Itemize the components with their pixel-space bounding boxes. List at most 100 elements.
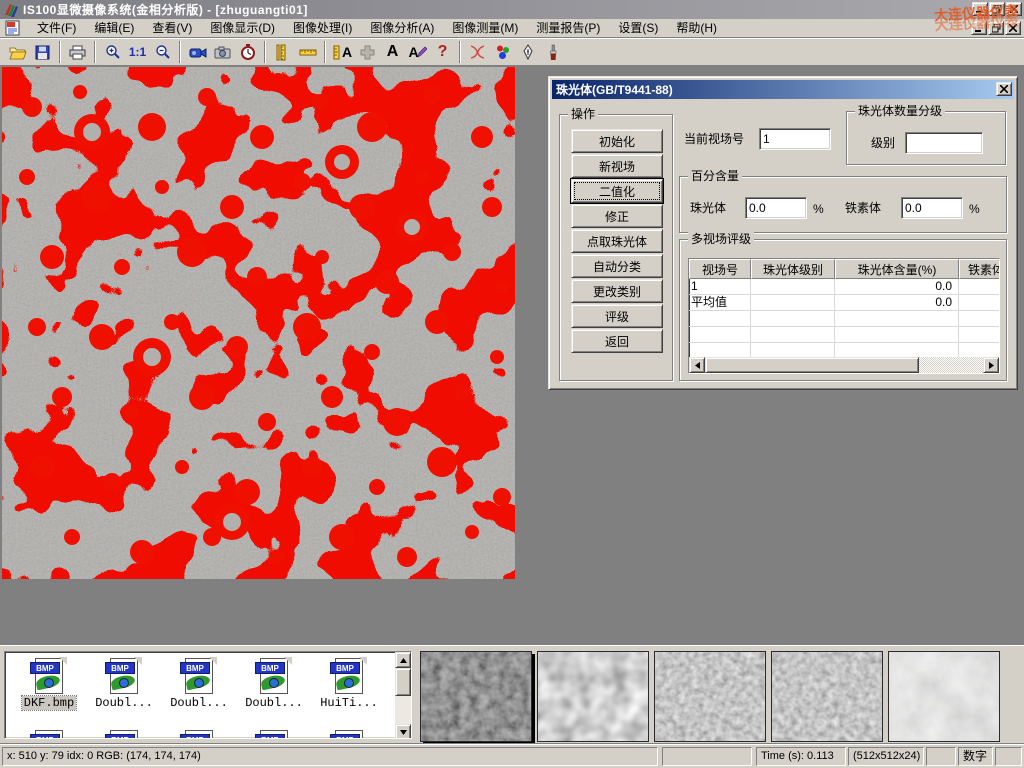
table-row[interactable]: 平均值 0.0 [689, 295, 999, 311]
minimize-icon [976, 6, 984, 13]
menu-edit[interactable]: 编辑(E) [85, 19, 143, 37]
col-header-field[interactable]: 视场号 [689, 259, 751, 279]
brush-tool-button[interactable] [540, 40, 565, 64]
menu-view[interactable]: 查看(V) [143, 19, 201, 37]
col-header-content[interactable]: 珠光体含量(%) [835, 259, 959, 279]
table-row-empty[interactable] [689, 311, 999, 327]
save-button[interactable] [30, 40, 55, 64]
zoom-in-icon [105, 44, 121, 60]
file-item[interactable]: BMP [13, 730, 85, 739]
scrollbar-thumb[interactable] [705, 357, 919, 373]
file-name[interactable]: Doubl... [243, 696, 305, 710]
file-item[interactable]: BMP [163, 730, 235, 739]
document-icon[interactable] [4, 20, 24, 36]
file-name[interactable]: Doubl... [168, 696, 230, 710]
new-field-button[interactable]: 新视场 [571, 154, 663, 178]
menu-image-process[interactable]: 图像处理(I) [284, 19, 361, 37]
menu-image-analysis[interactable]: 图像分析(A) [361, 19, 443, 37]
file-browser-scrollbar[interactable] [395, 652, 411, 739]
file-item[interactable]: BMP Doubl... [238, 658, 310, 710]
timer-button[interactable] [235, 40, 260, 64]
menu-settings[interactable]: 设置(S) [609, 19, 667, 37]
pearlite-percent-input[interactable] [745, 197, 807, 219]
pen-tool-button[interactable] [515, 40, 540, 64]
file-item[interactable]: BMP [88, 730, 160, 739]
thumbnail-image-5[interactable] [888, 651, 1000, 742]
file-item[interactable]: BMP [238, 730, 310, 739]
file-name[interactable]: Doubl... [93, 696, 155, 710]
file-item[interactable]: BMP Doubl... [88, 658, 160, 710]
pick-pearlite-button[interactable]: 点取珠光体 [571, 229, 663, 253]
table-horizontal-scrollbar[interactable] [689, 357, 999, 373]
current-field-input[interactable] [759, 128, 831, 150]
print-button[interactable] [65, 40, 90, 64]
measure-annotate-button[interactable]: A [330, 40, 355, 64]
thumbnail-image-4[interactable] [771, 651, 883, 742]
save-floppy-icon [35, 45, 50, 60]
file-item[interactable]: BMP Doubl... [163, 658, 235, 710]
file-name[interactable]: DKF.bmp [22, 696, 76, 710]
micrograph-image[interactable] [2, 67, 515, 579]
file-item[interactable]: BMP DKF.bmp [13, 658, 85, 710]
menu-measure-report[interactable]: 测量报告(P) [527, 19, 609, 37]
menu-file[interactable]: 文件(F) [28, 19, 85, 37]
toolbar: 1:1 [0, 39, 1024, 66]
dialog-title-bar[interactable]: 珠光体(GB/T9441-88) [552, 80, 1014, 99]
col-header-level[interactable]: 珠光体级别 [751, 259, 835, 279]
menu-image-measure[interactable]: 图像测量(M) [443, 19, 527, 37]
video-capture-button[interactable] [185, 40, 210, 64]
ruler-tool-button[interactable] [295, 40, 320, 64]
scroll-right-button[interactable] [983, 357, 999, 373]
toolbar-separator [459, 41, 461, 63]
grade-button[interactable]: 评级 [571, 304, 663, 328]
toolbar-separator [179, 41, 181, 63]
scroll-up-button[interactable] [395, 652, 411, 668]
merge-button[interactable] [355, 40, 380, 64]
child-restore-button[interactable] [988, 21, 1004, 35]
col-header-ferrite[interactable]: 铁素体含 [959, 259, 1000, 279]
change-class-button[interactable]: 更改类别 [571, 279, 663, 303]
dialog-title: 珠光体(GB/T9441-88) [556, 81, 673, 98]
return-button[interactable]: 返回 [571, 329, 663, 353]
camera-capture-button[interactable] [210, 40, 235, 64]
ferrite-percent-input[interactable] [901, 197, 963, 219]
actual-size-button[interactable]: 1:1 [125, 40, 150, 64]
level-input[interactable] [905, 132, 983, 154]
menu-image-display[interactable]: 图像显示(D) [201, 19, 284, 37]
thumbnail-image-3[interactable] [654, 651, 766, 742]
thumbnail-image-2[interactable] [537, 651, 649, 742]
curve-tool-button[interactable] [465, 40, 490, 64]
correct-button[interactable]: 修正 [571, 204, 663, 228]
file-item[interactable]: BMP [313, 730, 385, 739]
edit-text-button[interactable]: A [405, 40, 430, 64]
minimize-button[interactable] [972, 2, 988, 16]
child-close-button[interactable] [1005, 21, 1021, 35]
child-minimize-button[interactable] [971, 21, 987, 35]
menu-help[interactable]: 帮助(H) [667, 19, 726, 37]
text-tool-button[interactable]: A [380, 40, 405, 64]
zoom-in-button[interactable] [100, 40, 125, 64]
scrollbar-thumb[interactable] [395, 668, 411, 696]
status-time: Time (s): 0.113 [756, 747, 846, 766]
zoom-out-button[interactable] [150, 40, 175, 64]
table-row-empty[interactable] [689, 327, 999, 343]
thumbnail-image-1[interactable] [420, 651, 532, 742]
arrow-up-icon [400, 658, 407, 663]
file-item[interactable]: BMP HuiTi... [313, 658, 385, 710]
particle-count-button[interactable] [490, 40, 515, 64]
binarize-button[interactable]: 二值化 [571, 179, 663, 203]
scroll-left-button[interactable] [689, 357, 705, 373]
scrollbar-track[interactable] [919, 357, 983, 373]
help-button[interactable]: ? [430, 40, 455, 64]
file-name[interactable]: HuiTi... [318, 696, 380, 710]
scroll-down-button[interactable] [395, 724, 411, 739]
pearlite-label: 珠光体 [690, 201, 726, 216]
auto-classify-button[interactable]: 自动分类 [571, 254, 663, 278]
restore-button[interactable] [989, 2, 1005, 16]
close-button[interactable] [1006, 2, 1022, 16]
dialog-close-button[interactable] [996, 82, 1012, 96]
init-button[interactable]: 初始化 [571, 129, 663, 153]
open-button[interactable] [5, 40, 30, 64]
table-row[interactable]: 1 0.0 [689, 279, 999, 295]
caliper-tool-button[interactable] [270, 40, 295, 64]
